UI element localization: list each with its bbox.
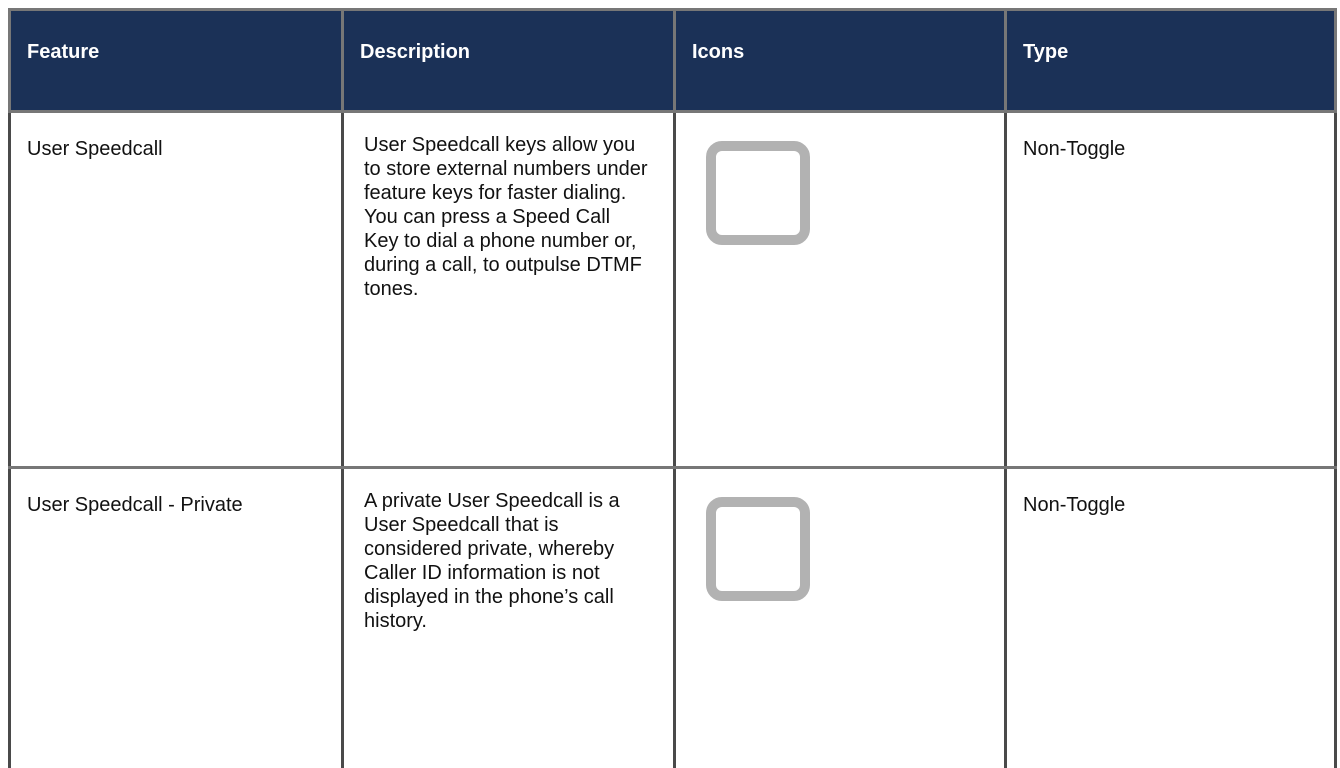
header-row: Feature Description Icons Type [8,8,1337,113]
description-cell: A private User Speedcall is a User Speed… [341,467,675,768]
blank-key-icon [706,497,810,601]
header-icons: Icons [673,8,1006,113]
type-cell: Non-Toggle [1004,111,1337,469]
header-description: Description [341,8,675,113]
feature-cell: User Speedcall - Private [8,467,343,768]
feature-cell: User Speedcall [8,111,343,469]
header-type: Type [1004,8,1337,113]
table-row: User Speedcall User Speedcall keys allow… [8,111,1337,469]
type-cell: Non-Toggle [1004,467,1337,768]
icon-cell [673,111,1006,469]
header-feature: Feature [8,8,343,113]
icon-cell [673,467,1006,768]
table-row: User Speedcall - Private A private User … [8,467,1337,768]
blank-key-icon [706,141,810,245]
feature-table: Feature Description Icons Type User Spee… [8,8,1337,768]
description-cell: User Speedcall keys allow you to store e… [341,111,675,469]
